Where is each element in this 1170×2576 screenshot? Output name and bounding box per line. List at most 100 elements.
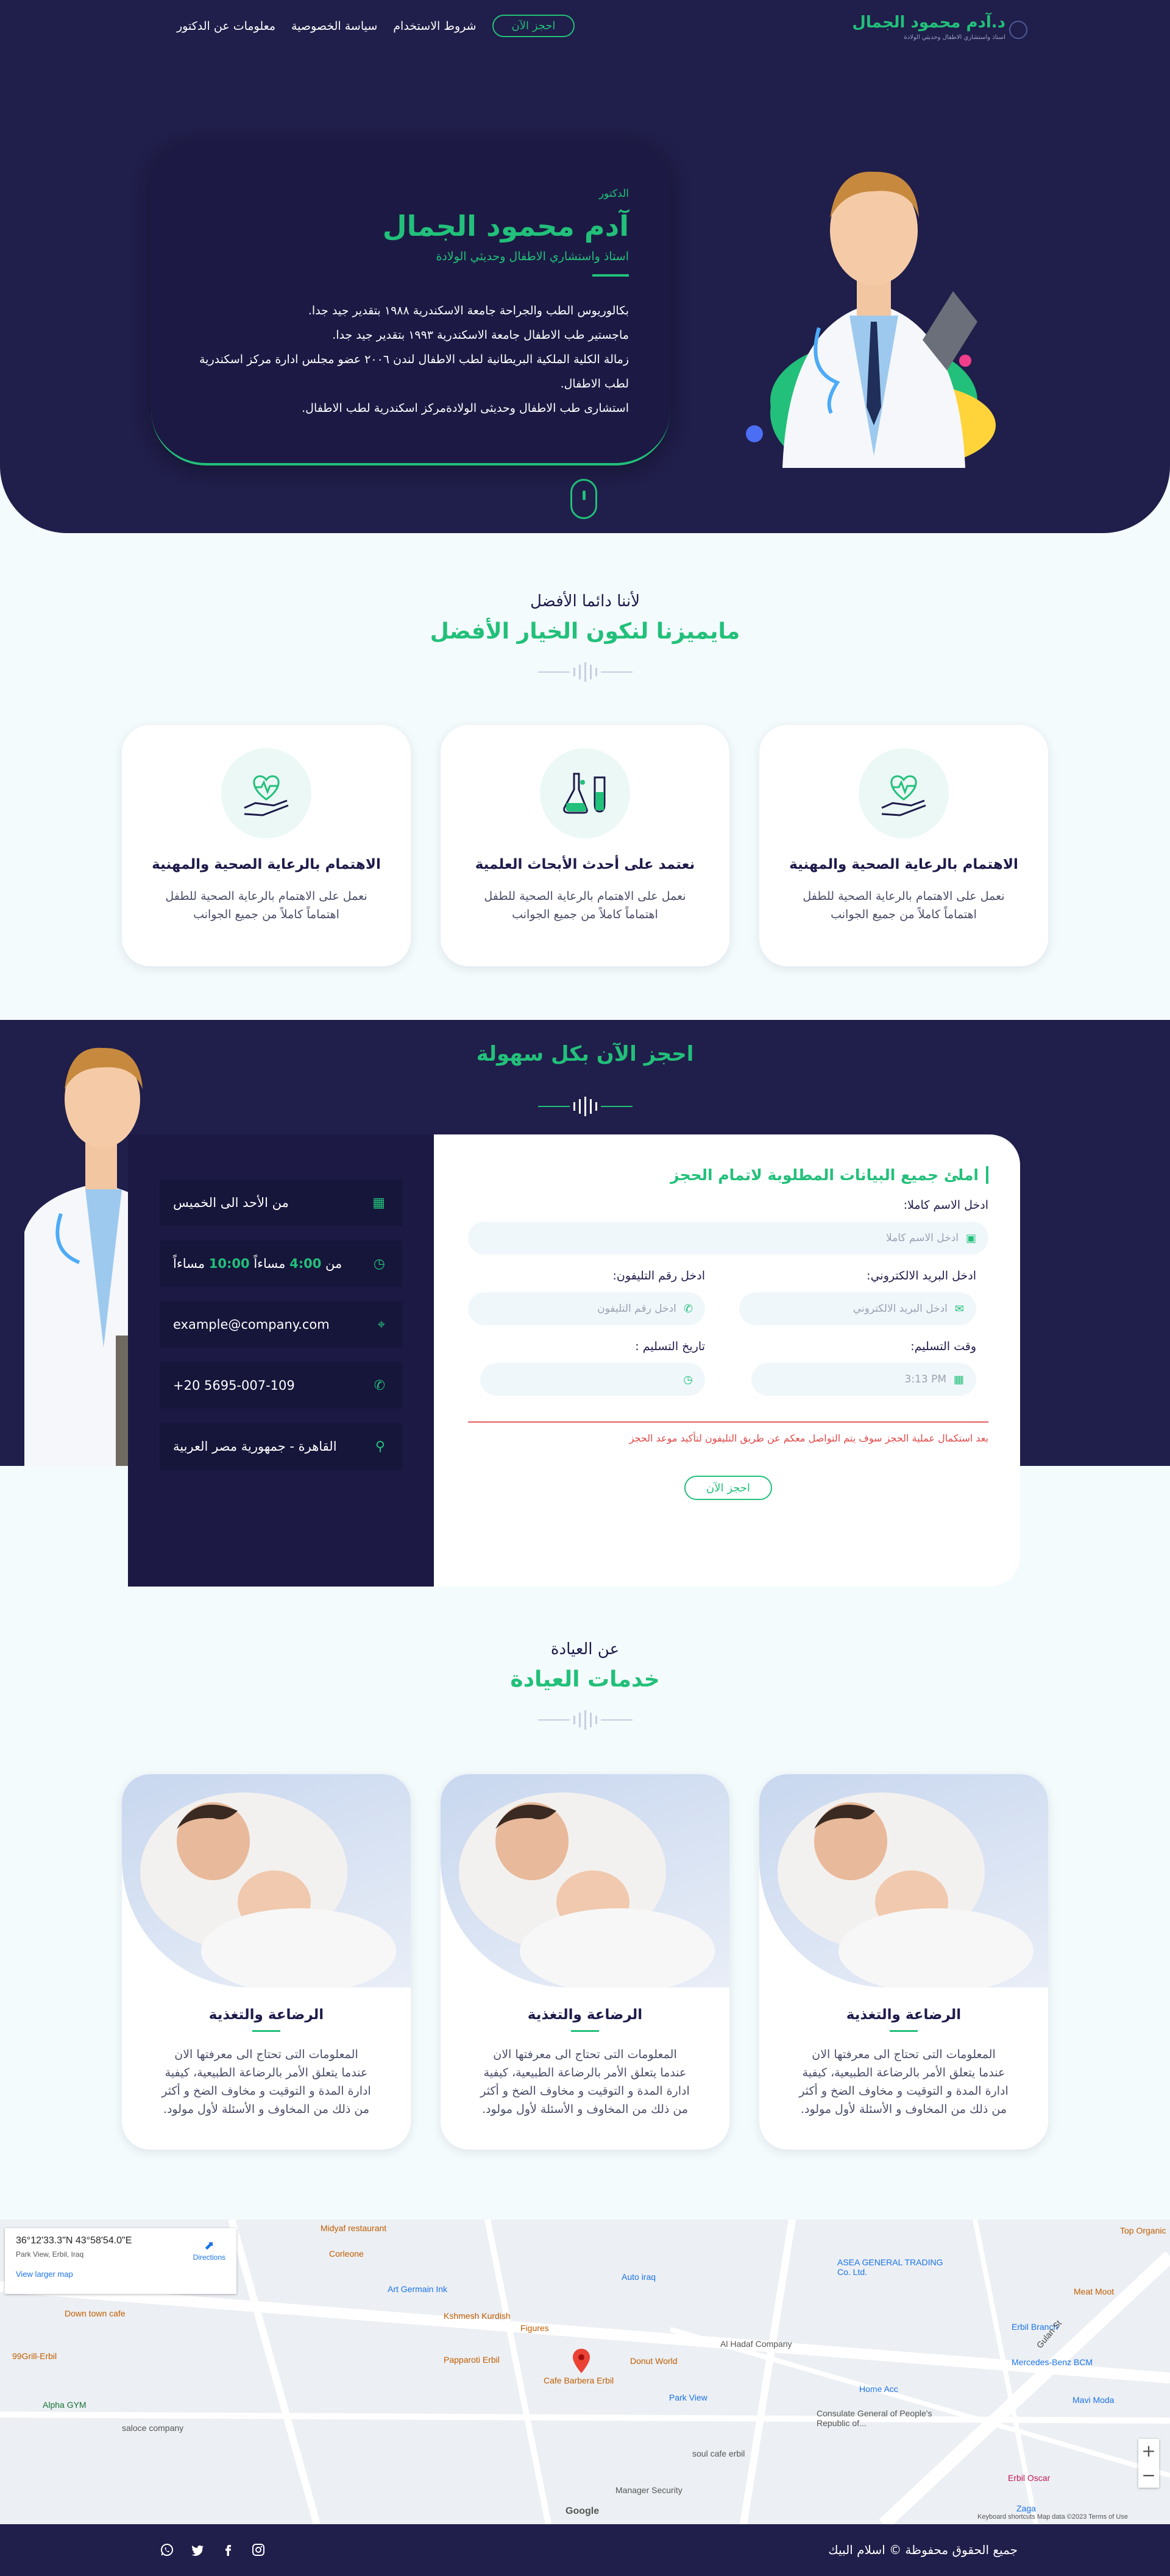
clock-icon: ◷ <box>373 1256 385 1272</box>
services-header: عن العيادة خدمات العيادة <box>0 1640 1170 1730</box>
scroll-down-indicator[interactable] <box>570 479 597 519</box>
location-map[interactable]: 36°12'33.3"N 43°58'54.0"E Park View, Erb… <box>0 2220 1170 2524</box>
feature-text: نعمل على الاهتمام بالرعاية الصحية للطفل … <box>803 890 1005 921</box>
map-label: ASEA GENERAL TRADING Co. Ltd. <box>837 2257 943 2277</box>
qualification-item: استشارى طب الاطفال وحديثى الولادةمركز اس… <box>302 402 629 415</box>
nav-link-terms[interactable]: شروط الاستخدام <box>393 19 476 33</box>
id-card-icon: ▣ <box>965 1231 976 1245</box>
directions-button[interactable]: ⬈ Directions <box>193 2238 225 2262</box>
logo-mark-icon <box>1009 21 1027 39</box>
map-label: Meat Moot <box>1074 2287 1115 2296</box>
contact-row: ادخل رقم التليفون: ✆ ادخل رقم التليفون ا… <box>468 1254 988 1325</box>
map-label: Consulate General of People's Republic o… <box>817 2408 932 2428</box>
booking-note: بعد استكمال عملية الحجز سوف يتم التواصل … <box>629 1432 988 1444</box>
directions-icon: ⬈ <box>204 2239 214 2252</box>
heart-hand-icon <box>859 748 949 838</box>
map-label: Papparoti Erbil <box>444 2355 500 2365</box>
mother-baby-image <box>122 1774 411 1987</box>
logo-subtitle: استاذ واستشاري الاطفال وحديثي الولادة <box>904 34 1005 41</box>
map-marker-icon: ⚲ <box>375 1438 385 1454</box>
instagram-icon[interactable] <box>251 2542 266 2557</box>
service-divider <box>571 2030 599 2032</box>
clock-icon: ◷ <box>683 1373 693 1386</box>
logo-name: د.آدم محمود الجمال <box>852 13 1005 32</box>
social-links <box>160 2542 266 2557</box>
doctor-bio-card: الدكتور آدم محمود الجمال استاذ واستشاري … <box>151 143 670 465</box>
date-field[interactable]: ◷ <box>480 1363 705 1396</box>
calendar-icon: ▦ <box>953 1373 964 1386</box>
logo[interactable]: د.آدم محمود الجمال استاذ واستشاري الاطفا… <box>852 13 1027 41</box>
time-field[interactable]: ▦ 3:13 PM <box>751 1363 976 1396</box>
map-label: Zaga <box>1016 2503 1036 2513</box>
map-zoom-controls[interactable]: + − <box>1138 2439 1159 2488</box>
booking-form: املئ جميع البيانات المطلوبة لاتمام الحجز… <box>434 1134 1020 1587</box>
nav-book-button[interactable]: احجز الآن <box>492 15 575 37</box>
nav-link-about[interactable]: معلومات عن الدكتور <box>177 19 275 33</box>
service-text: المعلومات التى تحتاج الى معرفتها الان عن… <box>480 2048 690 2116</box>
nav-link-privacy[interactable]: سياسة الخصوصية <box>291 19 377 33</box>
feature-card: الاهتمام بالرعاية الصحية والمهنية نعمل ع… <box>759 725 1048 966</box>
feature-card: نعتمد على أحدث الأبحاث العلمية نعمل على … <box>441 725 729 966</box>
service-card[interactable]: الرضاعة والتغذية المعلومات التى تحتاج ال… <box>122 1774 411 2150</box>
map-label: Cafe Barbera Erbil <box>544 2376 614 2385</box>
zoom-in-icon[interactable]: + <box>1138 2439 1159 2463</box>
map-label: Art Germain Ink <box>388 2284 448 2294</box>
working-hours: ◷ من 4:00 مساءاً 10:00 مساءاً <box>160 1240 402 1287</box>
map-label: Home Acc <box>859 2384 898 2394</box>
hours-from-label: من <box>325 1256 342 1271</box>
working-days: ▦ من الأحد الى الخميس <box>160 1180 402 1226</box>
delivery-row: تاريخ التسليم : ◷ وقت التسليم: ▦ 3:13 PM <box>468 1325 988 1396</box>
name-field[interactable]: ▣ ادخل الاسم كاملا <box>468 1222 988 1254</box>
services-title: خدمات العيادة <box>510 1667 660 1692</box>
contact-email[interactable]: ⌖ example@company.com <box>160 1301 402 1348</box>
doctor-role: استاذ واستشاري الاطفال وحديثي الولادة <box>436 250 629 263</box>
map-footer: Keyboard shortcuts Map data ©2023 Terms … <box>977 2513 1128 2521</box>
hours-pm-1: مساءاً <box>254 1256 286 1271</box>
envelope-icon: ✉ <box>954 1302 964 1315</box>
feature-text: نعمل على الاهتمام بالرعاية الصحية للطفل … <box>165 890 367 921</box>
nav-menu: معلومات عن الدكتور سياسة الخصوصية شروط ا… <box>177 15 575 37</box>
map-label: Al Hadaf Company <box>720 2339 792 2349</box>
qualification-item: ماجستير طب الاطفال جامعة الاسكندرية ١٩٩٣… <box>332 328 629 342</box>
phone-icon: ✆ <box>374 1378 385 1393</box>
top-nav: د.آدم محمود الجمال استاذ واستشاري الاطفا… <box>0 0 1170 58</box>
contact-info-panel: ▦ من الأحد الى الخميس ◷ من 4:00 مساءاً 1… <box>128 1134 434 1587</box>
map-label: Park View <box>669 2393 707 2402</box>
google-logo: Google <box>566 2506 600 2516</box>
map-label: Down town cafe <box>65 2309 126 2318</box>
feature-title: نعتمد على أحدث الأبحاث العلمية <box>475 857 695 872</box>
map-label: Auto iraq <box>622 2272 656 2282</box>
contact-address: ⚲ القاهرة - جمهورية مصر العربية <box>160 1423 402 1470</box>
service-title: الرضاعة والتغذية <box>527 2007 643 2023</box>
map-label: Manager Security <box>615 2485 682 2495</box>
phone-field[interactable]: ✆ ادخل رقم التليفون <box>468 1292 705 1325</box>
features-pretitle: لأننا دائما الأفضل <box>530 592 640 610</box>
map-label: Kshmesh Kurdish <box>444 2311 511 2321</box>
form-title: املئ جميع البيانات المطلوبة لاتمام الحجز <box>468 1166 988 1184</box>
contact-phone[interactable]: ✆ +20 5695-007-109 <box>160 1362 402 1409</box>
whatsapp-icon[interactable] <box>160 2542 174 2557</box>
zoom-out-icon[interactable]: − <box>1138 2463 1159 2488</box>
hero-section: د.آدم محمود الجمال استاذ واستشاري الاطفا… <box>0 0 1170 533</box>
twitter-icon[interactable] <box>190 2542 205 2557</box>
email-label: ادخل البريد الالكتروني: <box>867 1269 976 1283</box>
facebook-icon[interactable] <box>221 2542 235 2557</box>
service-divider <box>890 2030 918 2032</box>
mother-baby-image <box>759 1774 1048 1987</box>
view-larger-map-link[interactable]: View larger map <box>16 2270 225 2279</box>
hours-from: 4:00 <box>289 1256 322 1271</box>
wave-divider-icon <box>0 662 1170 682</box>
services-cards: الرضاعة والتغذية المعلومات التى تحتاج ال… <box>122 1774 1048 2150</box>
submit-booking-button[interactable]: احجز الآن <box>684 1476 772 1500</box>
map-pin-icon[interactable] <box>573 2349 590 2373</box>
map-label: Figures <box>520 2323 549 2333</box>
service-card[interactable]: الرضاعة والتغذية المعلومات التى تحتاج ال… <box>441 1774 729 2150</box>
name-label: ادخل الاسم كاملا: <box>903 1198 988 1212</box>
hours-pm-2: مساءاً <box>173 1256 205 1271</box>
services-pretitle: عن العيادة <box>550 1640 620 1658</box>
map-label: Alpha GYM <box>43 2400 87 2410</box>
service-card[interactable]: الرضاعة والتغذية المعلومات التى تحتاج ال… <box>759 1774 1048 2150</box>
feature-title: الاهتمام بالرعاية الصحية والمهنية <box>152 857 381 872</box>
email-field[interactable]: ✉ ادخل البريد الالكتروني <box>739 1292 976 1325</box>
hours-to: 10:00 <box>208 1256 250 1271</box>
